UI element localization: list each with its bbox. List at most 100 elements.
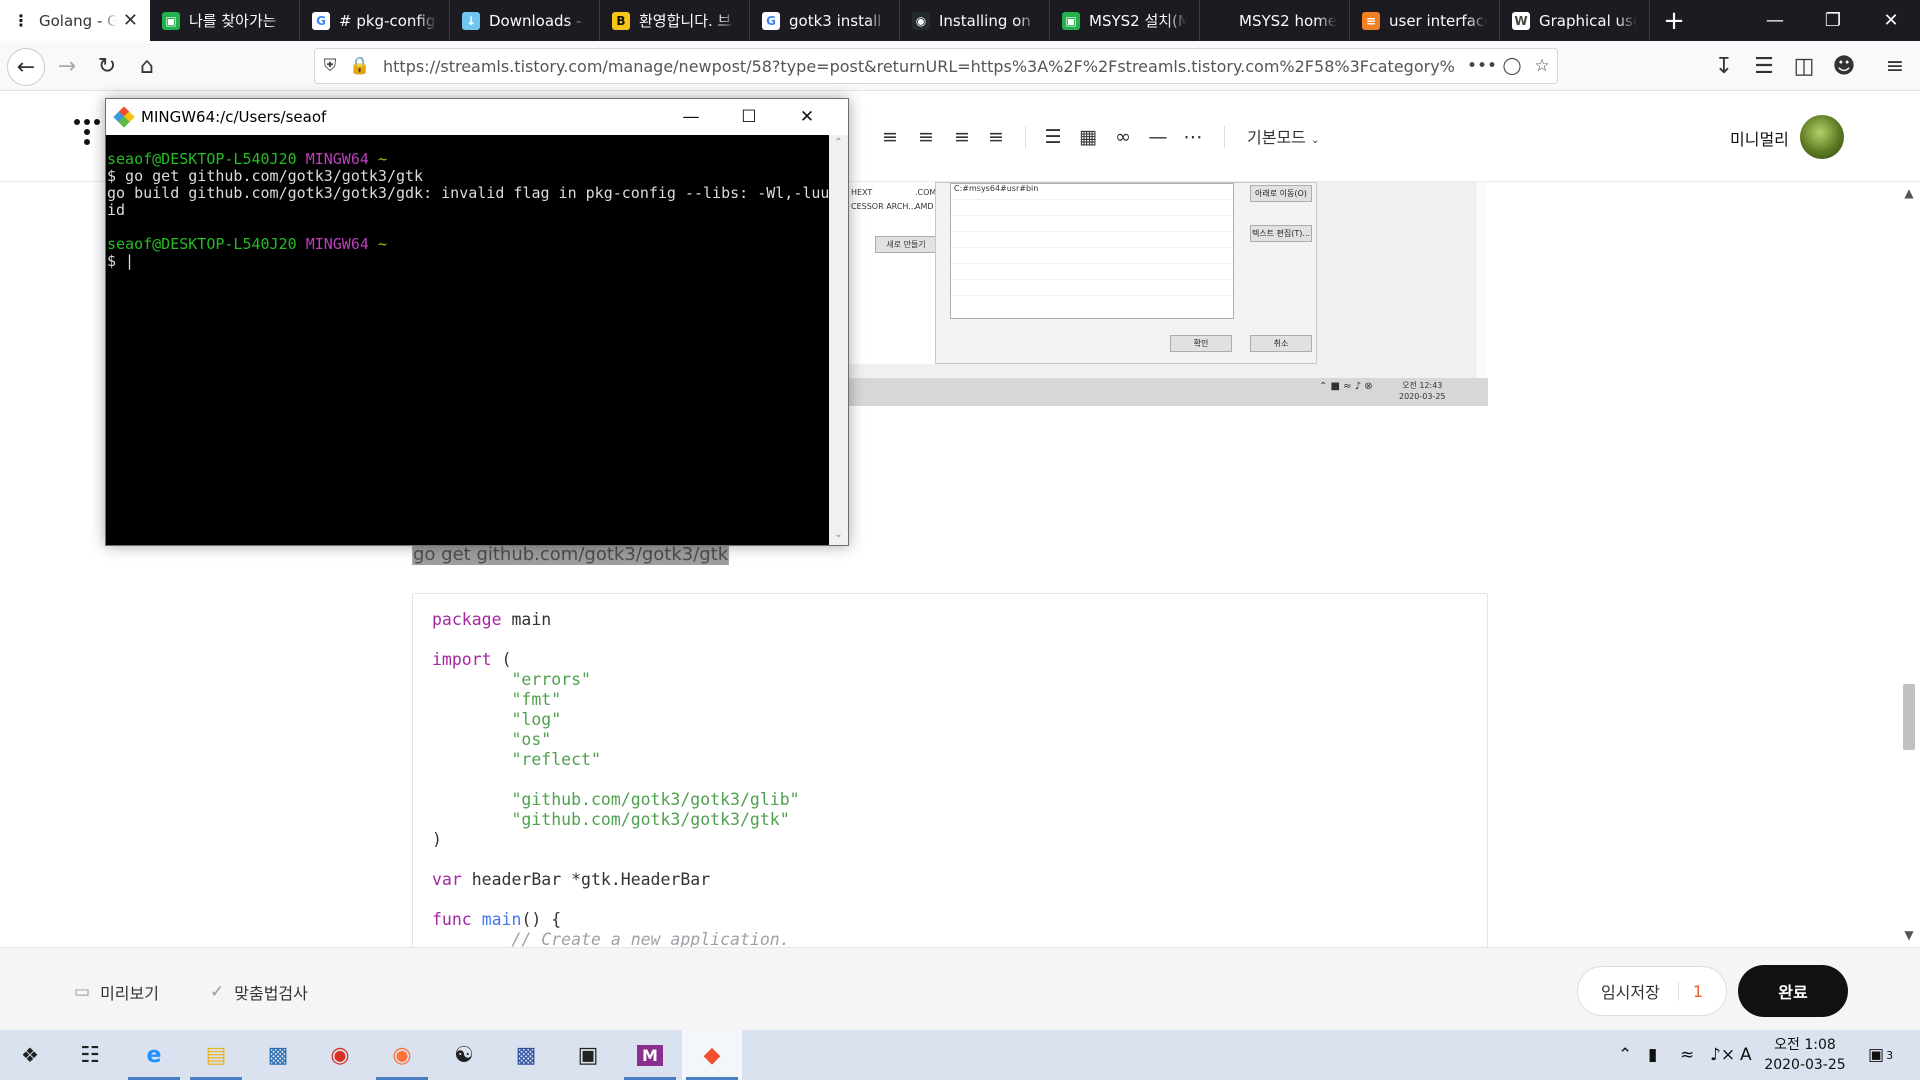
terminal-scrollbar[interactable]: ⌃ ⌄ (829, 135, 848, 545)
file-explorer-taskbar[interactable]: ▤ (186, 1030, 246, 1080)
scrollbar-thumb[interactable] (1903, 684, 1915, 750)
more-options-icon[interactable]: ⋯ (1180, 124, 1206, 150)
terminal-input-line[interactable]: $ | (107, 252, 134, 270)
publish-done-button[interactable]: 완료 (1738, 965, 1848, 1017)
chrome-taskbar[interactable]: ◉ (310, 1030, 370, 1080)
draft-count-badge[interactable]: 1 (1677, 981, 1703, 1001)
bullet-list-icon[interactable]: ☰ (1040, 124, 1066, 150)
align-right-icon[interactable]: ≡ (949, 124, 975, 150)
code-block[interactable]: package main import ( "errors" "fmt" "lo… (412, 593, 1488, 947)
git-bash-taskbar[interactable]: ◆ (682, 1030, 742, 1080)
embedded-list-row: C:#msys64#usr#bin (951, 184, 1233, 200)
pocket-icon[interactable]: ◯ (1497, 56, 1527, 76)
restore-window-icon[interactable]: ❐ (1804, 0, 1862, 41)
volume-muted-icon[interactable]: ♪× (1710, 1030, 1735, 1080)
tab-title: Graphical user (1539, 11, 1637, 30)
tab-title: Downloads - (489, 11, 582, 30)
close-window-icon[interactable]: ✕ (1862, 0, 1920, 41)
preview-button[interactable]: ▭ 미리보기 (74, 980, 159, 1004)
back-button[interactable]: ← (7, 48, 45, 86)
control-panel-taskbar[interactable]: ▩ (248, 1030, 308, 1080)
code-keyword: func (432, 910, 472, 929)
task-view-button[interactable]: ☷ (60, 1030, 120, 1080)
tab-title: 환영합니다. 브 (639, 12, 732, 30)
downloads-button[interactable]: ↧ (1707, 49, 1741, 83)
browser-tab[interactable]: MSYS2 homepage (1200, 0, 1350, 41)
profile-name[interactable]: 미니멀리 (1730, 126, 1789, 150)
url-text[interactable]: https://streamls.tistory.com/manage/newp… (383, 57, 1467, 76)
close-tab-icon[interactable]: ✕ (123, 10, 138, 31)
sidebar-button[interactable]: ◫ (1787, 49, 1821, 83)
msys2-taskbar[interactable]: M (620, 1030, 680, 1080)
terminal-app-taskbar[interactable]: ▣ (558, 1030, 618, 1080)
new-tab-button[interactable]: + (1650, 0, 1698, 41)
home-button[interactable]: ⌂ (130, 49, 164, 83)
selected-text[interactable]: go get github.com/gotk3/gotk3/gtk (412, 544, 730, 565)
blog-icon: ▣ (1062, 11, 1080, 30)
terminal-scroll-down-icon[interactable]: ⌄ (829, 529, 848, 540)
align-center-icon[interactable]: ≡ (913, 124, 939, 150)
temp-save-button[interactable]: 임시저장 1 (1577, 966, 1727, 1016)
browser-tab[interactable]: ↓ Downloads - (450, 0, 600, 41)
avatar[interactable] (1800, 115, 1844, 159)
terminal-minimize-icon[interactable]: — (662, 99, 720, 135)
plus-icon: + (1663, 5, 1685, 36)
notification-count-badge: 3 (1886, 1048, 1894, 1062)
address-bar[interactable]: ⛨ 🔒 https://streamls.tistory.com/manage/… (314, 48, 1558, 84)
toolbar-divider (1025, 126, 1026, 148)
browser-tab[interactable]: G # pkg-config (300, 0, 450, 41)
account-button[interactable]: ☻ (1827, 49, 1861, 83)
scroll-up-icon[interactable]: ▲ (1898, 186, 1920, 200)
firefox-taskbar[interactable]: ◉ (372, 1030, 432, 1080)
wifi-icon[interactable]: ≈ (1680, 1030, 1694, 1080)
terminal-window[interactable]: MINGW64:/c/Users/seaof — ☐ ✕ seaof@DESKT… (105, 98, 849, 546)
shield-icon[interactable]: ⛨ (315, 56, 345, 76)
bookmark-star-icon[interactable]: ☆ (1527, 56, 1557, 76)
code-keyword: package (432, 610, 502, 629)
browser-tab[interactable]: W Graphical user (1500, 0, 1650, 41)
minimize-window-icon[interactable]: — (1746, 0, 1804, 41)
browser-tab[interactable]: ◉ Installing on W (900, 0, 1050, 41)
browser-tab[interactable]: Ggotk3 install w (750, 0, 900, 41)
tistory-logo-icon[interactable] (72, 119, 102, 153)
browser-tab[interactable]: B 환영합니다. 브 (600, 0, 750, 41)
download-page-icon: ↓ (462, 11, 480, 30)
ime-indicator[interactable]: A (1740, 1030, 1752, 1080)
terminal-output[interactable]: seaof@DESKTOP-L540J20 MINGW64 ~ $ go get… (106, 135, 829, 545)
battery-icon[interactable]: ▮ (1648, 1030, 1657, 1080)
browser-tab[interactable]: ▣ MSYS2 설치(M (1050, 0, 1200, 41)
align-left-icon[interactable]: ≡ (877, 124, 903, 150)
browser-tab[interactable]: ⋮ Golang - G ✕ (0, 0, 150, 41)
taskbar-clock[interactable]: 오전 1:08 2020-03-25 (1760, 1035, 1850, 1075)
reload-button[interactable]: ↻ (90, 49, 124, 83)
browser-tab[interactable]: ▣ 나를 찾아가는 (150, 0, 300, 41)
horizontal-rule-icon[interactable]: — (1145, 124, 1171, 150)
start-button[interactable]: ❖ (0, 1030, 60, 1080)
page-scrollbar[interactable]: ▲ ▼ (1898, 182, 1920, 947)
page-actions-icon[interactable]: ••• (1467, 56, 1497, 76)
app-menu-button[interactable]: ≡ (1878, 49, 1912, 83)
link-icon[interactable]: ∞ (1110, 124, 1136, 150)
network-computer-icon: ▩ (515, 1042, 537, 1068)
scroll-down-icon[interactable]: ▼ (1898, 928, 1920, 942)
notification-center-button[interactable]: ▣ 3 (1868, 1030, 1893, 1080)
browser-tab[interactable]: ≡ user interface (1350, 0, 1500, 41)
browser-tab-strip: ⋮ Golang - G ✕ ▣ 나를 찾아가는 G # pkg-config ↓ Downlo… (0, 0, 1920, 41)
align-justify-icon[interactable]: ≡ (983, 124, 1009, 150)
library-button[interactable]: ☰ (1747, 49, 1781, 83)
network-app-taskbar[interactable]: ▩ (496, 1030, 556, 1080)
code-content[interactable]: package main import ( "errors" "fmt" "lo… (413, 594, 1487, 947)
table-icon[interactable]: ▦ (1075, 124, 1101, 150)
forward-button[interactable]: → (50, 49, 84, 83)
prompt-dir: ~ (377, 235, 387, 253)
spellcheck-button[interactable]: ✓ 맞춤법검사 (210, 980, 308, 1004)
selected-text-content[interactable]: go get github.com/gotk3/gotk3/gtk (413, 544, 729, 565)
show-hidden-icons-button[interactable]: ⌃ (1618, 1030, 1632, 1080)
yin-yang-app-taskbar[interactable]: ☯ (434, 1030, 494, 1080)
editor-mode-select[interactable]: 기본모드 ⌄ (1247, 124, 1319, 148)
internet-explorer-taskbar[interactable]: e (124, 1030, 184, 1080)
terminal-maximize-icon[interactable]: ☐ (720, 99, 778, 135)
terminal-scroll-up-icon[interactable]: ⌃ (829, 137, 848, 148)
terminal-close-icon[interactable]: ✕ (778, 99, 836, 135)
lock-icon[interactable]: 🔒 (345, 56, 375, 76)
